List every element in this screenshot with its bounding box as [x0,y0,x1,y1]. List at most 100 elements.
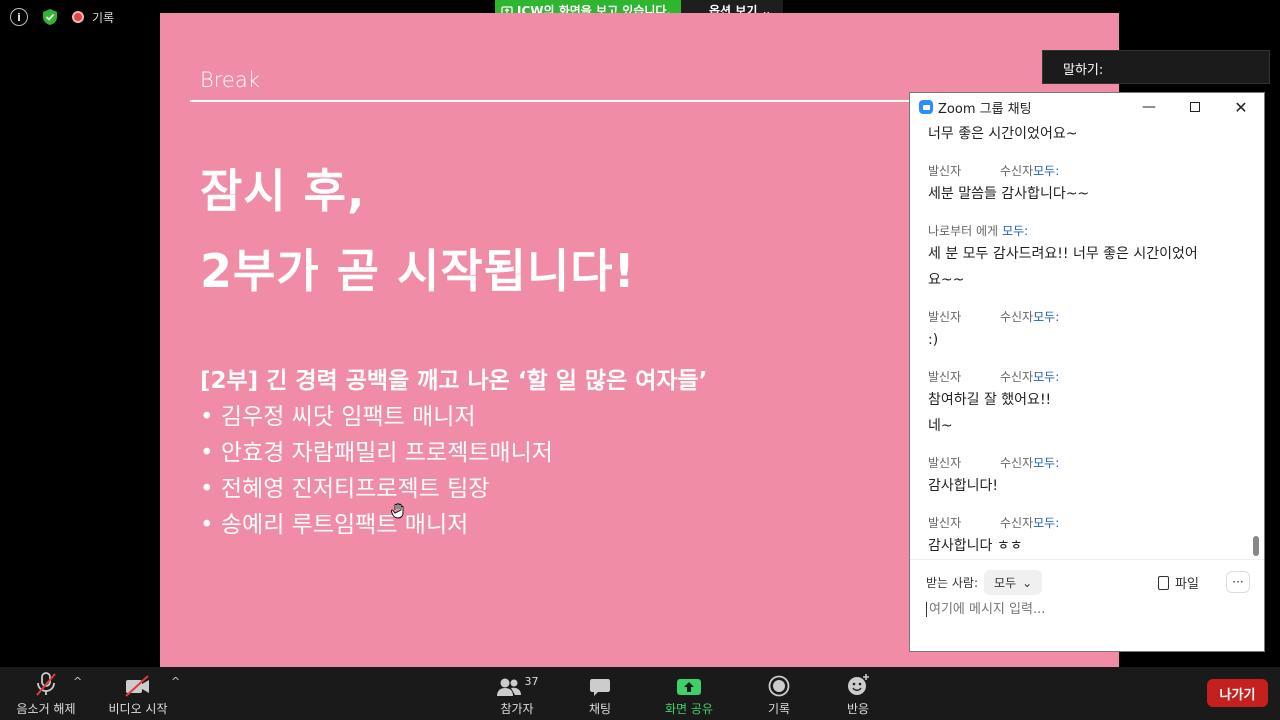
speaker-item: • 김우정 씨닷 임팩트 매니저 [200,404,476,430]
chat-message: 발신자 수신자 모두: 세분 말씀들 감사합니다~~ [928,161,1252,207]
recording-indicator[interactable]: 기록 [72,9,114,26]
zoom-meeting-window: i 기록 ICW의 화면을 보고 있습니다. 옵션 보기 ⌄ Break 잠시 … [0,0,1280,720]
share-screen-icon [676,667,702,697]
everyone-label: 모두: [1033,310,1060,324]
message-text: 감사합니다 ㅎㅎ [928,538,1023,554]
chat-message-list[interactable]: 너무 좋은 시간이었어요~ 발신자 수신자 모두: 세분 말씀들 감사합니다~~… [910,121,1252,555]
sender-label: 발신자 [928,456,962,470]
to-label: 받는 사람: [926,576,979,590]
video-options-caret-icon[interactable]: ^ [171,675,180,688]
message-text: 요~~ [928,272,965,288]
status-indicators: i 기록 [10,8,114,26]
chat-label: 채팅 [588,702,612,716]
zoom-logo-icon [919,100,933,114]
minimize-button[interactable]: — [1126,93,1172,121]
info-icon[interactable]: i [10,8,28,26]
speaking-label: 말하기: [1063,63,1104,78]
active-speaker-box: 말하기: [1042,50,1270,84]
encryption-shield-icon[interactable] [42,8,58,26]
video-off-icon [124,667,152,697]
record-label: 기록 [767,702,791,716]
participants-label: 참가자 [500,702,534,716]
chevron-down-icon: ⌄ [1022,575,1033,590]
message-text: 네~ [928,418,953,434]
start-video-label: 비디오 시작 [108,702,168,716]
everyone-label: 모두: [1002,224,1029,238]
recipient-label: 수신자 [1000,310,1034,324]
speaker-item: • 전혜영 진저티프로젝트 팀장 [200,476,490,502]
share-screen-button[interactable]: 화면 공유 [662,667,716,720]
more-options-button[interactable]: ··· [1226,571,1250,593]
message-meta: 나로부터 에게 모두: [928,221,1252,241]
more-dots-icon: ··· [1232,575,1244,589]
chat-message: 발신자 수신자 모두: 참여하길 잘 했어요!! 네~ [928,367,1252,439]
reactions-label: 반응 [846,702,870,716]
headline-line-2: 2부가 곧 시작됩니다! [200,244,636,298]
everyone-label: 모두: [1033,370,1060,384]
chat-message: 너무 좋은 시간이었어요~ [928,121,1252,147]
message-input[interactable] [926,602,1246,617]
sender-label: 발신자 [928,164,962,178]
chat-scrollbar[interactable] [1253,536,1259,556]
file-icon [1158,575,1169,590]
record-icon [768,667,790,697]
message-text: 세분 말씀들 감사합니다~~ [928,186,1090,202]
headline-line-1: 잠시 후, [200,164,366,218]
recipient-label: 수신자 [1000,516,1034,530]
chat-button[interactable]: 채팅 [585,667,615,720]
sender-label: 발신자 [928,310,962,324]
sender-label: 발신자 [928,370,962,384]
chat-titlebar[interactable]: Zoom 그룹 채팅 — ✕ [910,93,1264,121]
everyone-label: 모두: [1033,456,1060,470]
recipient-label: 수신자 [1000,370,1034,384]
close-button[interactable]: ✕ [1218,93,1264,121]
recipient-label: 수신자 [1000,164,1034,178]
record-button[interactable]: 기록 [766,667,792,720]
speaker-item: • 송예리 루트임팩트 매니저 [200,512,469,538]
audio-options-caret-icon[interactable]: ^ [73,675,82,688]
unmute-button[interactable]: 음소거 해제 [14,667,78,720]
maximize-button[interactable] [1172,93,1218,121]
message-text: :) [928,332,939,348]
reactions-button[interactable]: 반응 [845,667,871,720]
message-text: 참여하길 잘 했어요!! [928,392,1052,408]
maximize-icon [1190,102,1200,112]
send-file-button[interactable]: 파일 [1158,573,1199,592]
recipient-value: 모두 [994,576,1017,590]
chat-title: Zoom 그룹 채팅 [938,101,1032,117]
message-text: 세 분 모두 감사드려요!! 너무 좋은 시간이었어 [928,246,1198,262]
program-title: [2부] 긴 경력 공백을 깨고 나온 ‘할 일 많은 여자들’ [200,368,708,394]
slide-break-label: Break [200,68,260,92]
speaker-item: • 안효경 자람패밀리 프로젝트매니저 [200,440,553,466]
message-meta: 발신자 수신자 모두: [928,367,1252,387]
chat-message: 나로부터 에게 모두: 세 분 모두 감사드려요!! 너무 좋은 시간이었어 요… [928,221,1252,293]
chat-compose-area: 받는 사람: 모두 ⌄ 파일 ··· [910,559,1264,651]
leave-meeting-button[interactable]: 나가기 [1207,679,1268,707]
recipient-dropdown[interactable]: 모두 ⌄ [984,570,1043,595]
participants-button[interactable]: 37 참가자 [496,667,539,720]
chat-message: 발신자 수신자 모두: 감사합니다! [928,453,1252,499]
everyone-label: 모두: [1033,516,1060,530]
message-text: 너무 좋은 시간이었어요~ [928,126,1078,142]
chat-bubble-icon [589,667,611,697]
reaction-emoji-icon [846,667,870,697]
share-screen-label: 화면 공유 [665,702,713,716]
recipient-row: 받는 사람: 모두 ⌄ [926,570,1043,595]
chat-message: 발신자 수신자 모두: 감사합니다 ㅎㅎ [928,513,1252,555]
message-meta: 발신자 수신자 모두: [928,453,1252,473]
participants-icon: 37 [496,667,539,697]
program-list: [2부] 긴 경력 공백을 깨고 나온 ‘할 일 많은 여자들’ • 김우정 씨… [200,363,707,543]
group-chat-window: Zoom 그룹 채팅 — ✕ 너무 좋은 시간이었어요~ 발신자 수신자 모두:… [909,92,1265,652]
muted-mic-icon [35,667,57,697]
message-meta: 발신자 수신자 모두: [928,513,1252,533]
chat-message: 발신자 수신자 모두: :) [928,307,1252,353]
slide-headline: 잠시 후, 2부가 곧 시작됩니다! [200,151,636,311]
message-meta: 발신자 수신자 모두: [928,307,1252,327]
participant-count: 37 [524,675,539,688]
message-text: 감사합니다! [928,478,999,494]
start-video-button[interactable]: 비디오 시작 [106,667,170,720]
record-dot-icon [72,11,84,23]
recipient-label: 수신자 [1000,456,1034,470]
sender-label: 발신자 [928,516,962,530]
everyone-label: 모두: [1033,164,1060,178]
